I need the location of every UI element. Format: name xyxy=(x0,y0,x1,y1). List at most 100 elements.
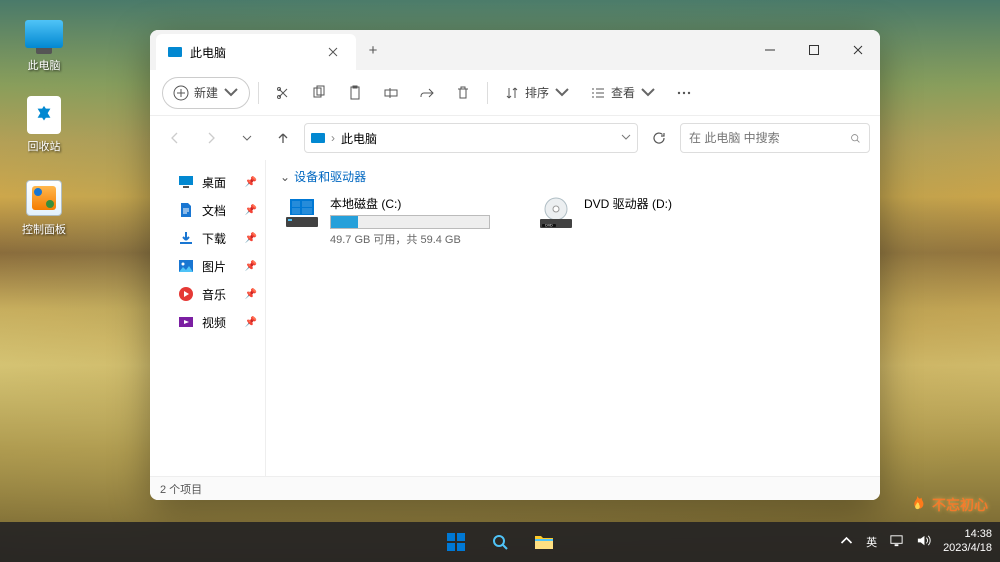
tab-close-button[interactable] xyxy=(322,41,344,63)
search-box[interactable] xyxy=(680,123,870,153)
music-icon xyxy=(178,286,194,302)
breadcrumb-dropdown[interactable] xyxy=(621,131,631,145)
sidebar-item-documents[interactable]: 文档📌 xyxy=(150,196,265,224)
taskbar-search-button[interactable] xyxy=(481,525,519,559)
network-icon[interactable] xyxy=(889,533,904,551)
sidebar-item-desktop[interactable]: 桌面📌 xyxy=(150,168,265,196)
share-button[interactable] xyxy=(411,77,443,109)
view-button[interactable]: 查看 xyxy=(582,77,664,109)
clipboard-icon xyxy=(347,85,363,101)
pin-icon: 📌 xyxy=(245,317,257,328)
breadcrumb-segment[interactable]: 此电脑 xyxy=(341,130,377,147)
group-header-devices[interactable]: ⌄ 设备和驱动器 xyxy=(280,168,866,185)
search-input[interactable] xyxy=(689,131,844,145)
windows-drive-icon xyxy=(284,195,320,231)
status-bar: 2 个项目 xyxy=(150,476,880,500)
drive-d-dvd[interactable]: DVD DVD 驱动器 (D:) xyxy=(534,191,764,251)
desktop-icon-label: 此电脑 xyxy=(14,57,74,73)
desktop[interactable]: 此电脑 回收站 控制面板 此电脑 + xyxy=(0,0,1000,562)
more-button[interactable] xyxy=(668,77,700,109)
dvd-drive-icon: DVD xyxy=(538,195,574,231)
recent-dropdown-button[interactable] xyxy=(232,123,262,153)
sidebar-item-music[interactable]: 音乐📌 xyxy=(150,280,265,308)
chevron-down-icon xyxy=(223,85,239,101)
scissors-icon xyxy=(275,85,291,101)
pin-icon: 📌 xyxy=(245,233,257,244)
desktop-icon-recycle-bin[interactable]: 回收站 xyxy=(14,95,74,154)
monitor-icon xyxy=(25,20,63,48)
taskbar[interactable]: 英 14:38 2023/4/18 xyxy=(0,522,1000,562)
tray-chevron-icon[interactable] xyxy=(839,533,854,551)
taskbar-explorer-button[interactable] xyxy=(525,525,563,559)
new-tab-button[interactable]: + xyxy=(356,30,390,70)
pin-icon: 📌 xyxy=(245,177,257,188)
chevron-down-icon xyxy=(640,85,656,101)
delete-button[interactable] xyxy=(447,77,479,109)
start-button[interactable] xyxy=(437,525,475,559)
minimize-button[interactable] xyxy=(748,30,792,70)
copy-button[interactable] xyxy=(303,77,335,109)
file-explorer-window: 此电脑 + 新建 xyxy=(150,30,880,500)
plus-circle-icon xyxy=(173,85,189,101)
desktop-icon-this-pc[interactable]: 此电脑 xyxy=(14,14,74,73)
up-button[interactable] xyxy=(268,123,298,153)
control-panel-icon xyxy=(26,180,62,216)
copy-icon xyxy=(311,85,327,101)
pin-icon: 📌 xyxy=(245,261,257,272)
pc-icon xyxy=(311,133,325,143)
search-icon xyxy=(491,533,509,551)
time: 14:38 xyxy=(943,528,992,542)
close-button[interactable] xyxy=(836,30,880,70)
pin-icon: 📌 xyxy=(245,205,257,216)
sort-button[interactable]: 排序 xyxy=(496,77,578,109)
recycle-icon xyxy=(27,96,61,134)
desktop-icon xyxy=(178,174,194,190)
rename-button[interactable] xyxy=(375,77,407,109)
refresh-button[interactable] xyxy=(644,123,674,153)
ime-indicator[interactable]: 英 xyxy=(866,534,877,550)
drive-title: 本地磁盘 (C:) xyxy=(330,195,506,212)
share-icon xyxy=(419,85,435,101)
sort-icon xyxy=(504,85,520,101)
picture-icon xyxy=(178,258,194,274)
content-pane[interactable]: ⌄ 设备和驱动器 本地磁盘 (C:) 49.7 GB 可用，共 59.4 GB xyxy=(266,160,880,476)
video-icon xyxy=(178,314,194,330)
date: 2023/4/18 xyxy=(943,542,992,556)
svg-text:DVD: DVD xyxy=(545,224,553,228)
sidebar-item-pictures[interactable]: 图片📌 xyxy=(150,252,265,280)
document-icon xyxy=(178,202,194,218)
maximize-button[interactable] xyxy=(792,30,836,70)
view-icon xyxy=(590,85,606,101)
rename-icon xyxy=(383,85,399,101)
windows-logo-icon xyxy=(446,532,466,552)
system-tray[interactable]: 英 14:38 2023/4/18 xyxy=(839,528,992,556)
flame-icon xyxy=(906,494,928,516)
volume-icon[interactable] xyxy=(916,533,931,551)
desktop-icon-label: 控制面板 xyxy=(14,221,74,237)
drive-c[interactable]: 本地磁盘 (C:) 49.7 GB 可用，共 59.4 GB xyxy=(280,191,510,251)
sidebar-item-downloads[interactable]: 下载📌 xyxy=(150,224,265,252)
folder-icon xyxy=(534,533,554,551)
clock[interactable]: 14:38 2023/4/18 xyxy=(943,528,992,556)
back-button[interactable] xyxy=(160,123,190,153)
download-icon xyxy=(178,230,194,246)
sidebar-item-videos[interactable]: 视频📌 xyxy=(150,308,265,336)
desktop-icon-control-panel[interactable]: 控制面板 xyxy=(14,178,74,237)
capacity-bar xyxy=(330,215,490,229)
titlebar: 此电脑 + xyxy=(150,30,880,70)
ellipsis-icon xyxy=(676,85,692,101)
toolbar: 新建 排序 查看 xyxy=(150,70,880,116)
desktop-icon-label: 回收站 xyxy=(14,138,74,154)
forward-button[interactable] xyxy=(196,123,226,153)
breadcrumb[interactable]: › 此电脑 xyxy=(304,123,638,153)
trash-icon xyxy=(455,85,471,101)
new-button[interactable]: 新建 xyxy=(162,77,250,109)
window-tab[interactable]: 此电脑 xyxy=(156,34,356,70)
watermark: 不忘初心 xyxy=(906,494,988,516)
chevron-down-icon xyxy=(554,85,570,101)
tab-title: 此电脑 xyxy=(190,44,226,61)
item-count: 2 个项目 xyxy=(160,481,202,497)
paste-button[interactable] xyxy=(339,77,371,109)
search-icon xyxy=(850,132,861,145)
cut-button[interactable] xyxy=(267,77,299,109)
